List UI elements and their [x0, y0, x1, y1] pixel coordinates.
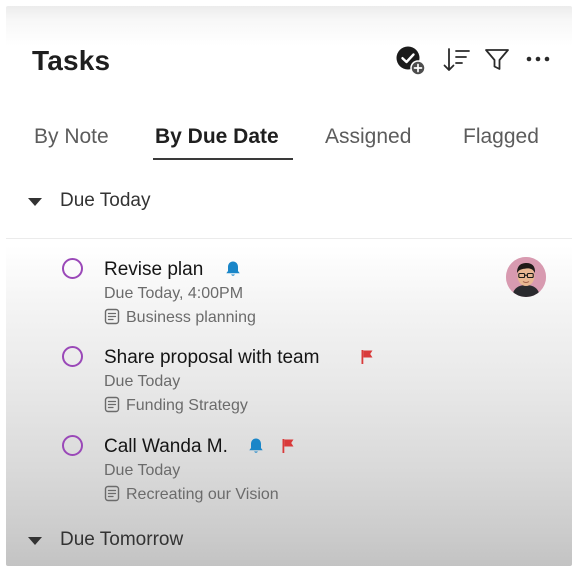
bell-icon: [225, 260, 241, 283]
task-item[interactable]: Call Wanda M. Due Today Recreating our V…: [6, 435, 572, 515]
tab-bar: By Note By Due Date Assigned Flagged: [6, 124, 572, 168]
caret-down-icon: [28, 537, 42, 545]
tab-flagged[interactable]: Flagged: [463, 124, 539, 150]
filter-icon[interactable]: [483, 46, 511, 79]
header: Tasks: [6, 6, 572, 116]
task-note-label: Business planning: [126, 309, 256, 326]
task-title: Call Wanda M.: [104, 436, 228, 457]
task-note-label: Funding Strategy: [126, 397, 248, 414]
task-due-date: Due Today: [104, 462, 181, 479]
task-note-link[interactable]: Business planning: [104, 308, 256, 331]
caret-down-icon: [28, 198, 42, 206]
task-note-link[interactable]: Funding Strategy: [104, 396, 248, 419]
flag-icon: [360, 349, 374, 370]
section-label: Due Today: [60, 190, 151, 211]
task-item[interactable]: Share proposal with team Due Today Fundi…: [6, 346, 572, 426]
tab-by-due-date[interactable]: By Due Date: [155, 124, 279, 150]
section-header-due-tomorrow[interactable]: Due Tomorrow: [6, 528, 572, 558]
task-note-label: Recreating our Vision: [126, 486, 279, 503]
note-icon: [104, 396, 120, 419]
section-header-due-today[interactable]: Due Today: [6, 189, 572, 219]
divider: [6, 238, 572, 239]
add-task-icon[interactable]: [394, 45, 428, 82]
task-title: Share proposal with team: [104, 347, 320, 368]
task-complete-checkbox[interactable]: [62, 258, 83, 279]
task-item[interactable]: Revise plan Due Today, 4:00PM Business p…: [6, 258, 572, 338]
assignee-avatar[interactable]: [506, 257, 546, 297]
flag-icon: [281, 438, 295, 459]
note-icon: [104, 485, 120, 508]
more-options-icon[interactable]: [524, 52, 552, 71]
tasks-panel: Tasks By Note By Due Date Assigned Flagg…: [6, 6, 572, 566]
section-label: Due Tomorrow: [60, 529, 184, 550]
task-due-date: Due Today, 4:00PM: [104, 285, 244, 302]
sort-icon[interactable]: [442, 46, 472, 79]
page-title: Tasks: [32, 45, 111, 76]
bell-icon: [248, 437, 264, 460]
task-due-date: Due Today: [104, 373, 181, 390]
task-title: Revise plan: [104, 259, 204, 280]
active-tab-indicator: [153, 158, 293, 160]
task-note-link[interactable]: Recreating our Vision: [104, 485, 279, 508]
tab-assigned[interactable]: Assigned: [325, 124, 411, 150]
tab-by-note[interactable]: By Note: [34, 124, 109, 150]
task-complete-checkbox[interactable]: [62, 435, 83, 456]
task-complete-checkbox[interactable]: [62, 346, 83, 367]
note-icon: [104, 308, 120, 331]
